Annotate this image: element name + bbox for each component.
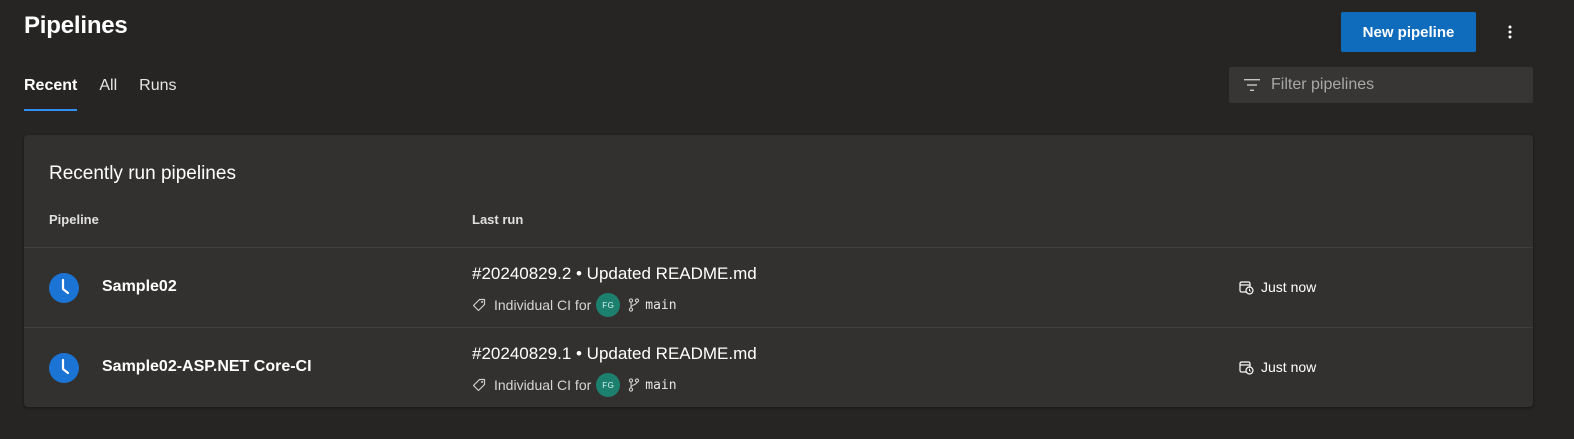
pipeline-row[interactable]: Sample02-ASP.NET Core-CI #20240829.1 • U… [24,327,1533,407]
in-progress-clock-icon [49,273,79,303]
pipeline-name[interactable]: Sample02 [102,278,177,296]
tag-icon [472,378,486,392]
avatar: FG [596,373,621,397]
column-header-last-run[interactable]: Last run [472,212,523,227]
run-title[interactable]: #20240829.2 • Updated README.md [472,264,757,284]
tag-icon [472,298,486,312]
time-label: Just now [1261,359,1317,375]
avatar: FG [596,293,621,317]
tab-recent[interactable]: Recent [24,74,78,111]
more-options-button[interactable] [1496,18,1524,46]
run-time: Just now [1239,359,1316,375]
filter-icon [1244,79,1260,91]
in-progress-clock-icon [49,353,79,383]
run-meta: Individual CI for FG main [472,373,677,397]
branch-icon [628,378,640,392]
pipeline-row[interactable]: Sample02 #20240829.2 • Updated README.md… [24,247,1533,327]
run-title[interactable]: #20240829.1 • Updated README.md [472,344,757,364]
card-title: Recently run pipelines [49,163,236,184]
new-pipeline-button[interactable]: New pipeline [1341,12,1476,52]
page-title: Pipelines [24,12,128,39]
recent-pipelines-card: Recently run pipelines Pipeline Last run… [24,135,1533,407]
tab-bar: Recent All Runs [24,74,199,111]
pipeline-name[interactable]: Sample02-ASP.NET Core-CI [102,358,312,376]
trigger-text: Individual CI for [494,377,592,393]
run-time: Just now [1239,279,1316,295]
more-vertical-icon [1508,25,1512,39]
tab-runs[interactable]: Runs [139,74,176,111]
run-meta: Individual CI for FG main [472,293,677,317]
tab-all[interactable]: All [99,74,117,111]
time-label: Just now [1261,279,1317,295]
trigger-text: Individual CI for [494,297,592,313]
filter-input[interactable] [1271,76,1511,94]
branch-name[interactable]: main [645,298,676,313]
branch-icon [628,298,640,312]
calendar-clock-icon [1239,280,1254,295]
column-header-pipeline[interactable]: Pipeline [49,212,99,227]
branch-name[interactable]: main [645,378,676,393]
calendar-clock-icon [1239,360,1254,375]
filter-box[interactable] [1229,67,1533,103]
